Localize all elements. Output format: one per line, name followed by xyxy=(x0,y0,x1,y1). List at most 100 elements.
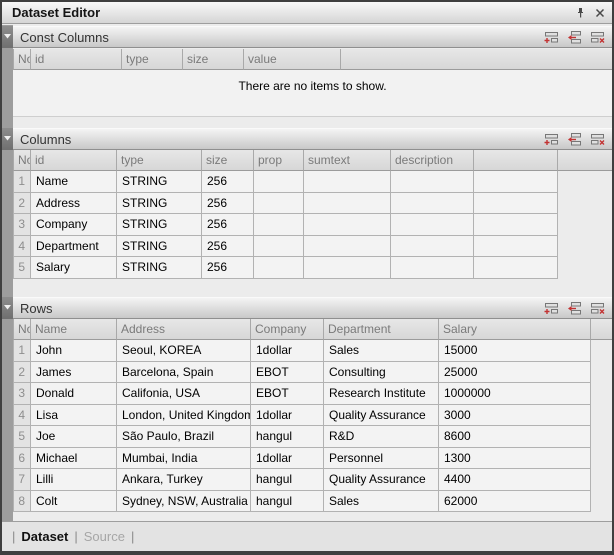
cell[interactable]: 1000000 xyxy=(439,383,591,405)
cell[interactable] xyxy=(304,193,391,215)
tab-dataset[interactable]: Dataset xyxy=(21,529,68,544)
cell[interactable]: Consulting xyxy=(324,362,439,384)
cell[interactable]: 1300 xyxy=(439,448,591,470)
cell[interactable] xyxy=(391,171,474,193)
cell[interactable]: 256 xyxy=(202,193,254,215)
cell[interactable]: Michael xyxy=(31,448,117,470)
cell[interactable]: EBOT xyxy=(251,383,324,405)
delete-row-icon[interactable] xyxy=(590,302,605,315)
cell[interactable]: Sales xyxy=(324,340,439,362)
cell[interactable]: Lisa xyxy=(31,405,117,427)
cell[interactable]: 1dollar xyxy=(251,448,324,470)
cell[interactable]: 25000 xyxy=(439,362,591,384)
cell[interactable]: 15000 xyxy=(439,340,591,362)
collapse-section-button[interactable] xyxy=(2,297,13,319)
cell[interactable]: STRING xyxy=(117,236,202,258)
row-number-cell[interactable]: 6 xyxy=(13,448,31,470)
cell[interactable]: Lilli xyxy=(31,469,117,491)
add-row-icon[interactable] xyxy=(544,31,559,44)
cell[interactable] xyxy=(391,257,474,279)
cell[interactable]: São Paulo, Brazil xyxy=(117,426,251,448)
cell[interactable]: Quality Assurance xyxy=(324,469,439,491)
cell[interactable]: 256 xyxy=(202,171,254,193)
row-number-cell[interactable]: 5 xyxy=(13,257,31,279)
cell[interactable]: Califonia, USA xyxy=(117,383,251,405)
row-number-cell[interactable]: 4 xyxy=(13,236,31,258)
cell[interactable]: STRING xyxy=(117,214,202,236)
cell[interactable] xyxy=(254,236,304,258)
cell[interactable]: Seoul, KOREA xyxy=(117,340,251,362)
cell[interactable]: Sydney, NSW, Australia xyxy=(117,491,251,513)
cell[interactable]: STRING xyxy=(117,193,202,215)
cell[interactable]: Salary xyxy=(31,257,117,279)
insert-row-icon[interactable] xyxy=(567,31,582,44)
cell[interactable]: 3000 xyxy=(439,405,591,427)
cell[interactable]: 4400 xyxy=(439,469,591,491)
cell[interactable] xyxy=(391,236,474,258)
cell[interactable]: Mumbai, India xyxy=(117,448,251,470)
row-number-cell[interactable]: 7 xyxy=(13,469,31,491)
cell[interactable] xyxy=(254,257,304,279)
row-number-cell[interactable]: 5 xyxy=(13,426,31,448)
titlebar: Dataset Editor xyxy=(2,2,612,24)
cell[interactable]: EBOT xyxy=(251,362,324,384)
tab-source[interactable]: Source xyxy=(84,529,125,544)
cell[interactable]: 256 xyxy=(202,257,254,279)
cell[interactable] xyxy=(304,257,391,279)
cell[interactable]: STRING xyxy=(117,257,202,279)
delete-row-icon[interactable] xyxy=(590,133,605,146)
cell[interactable]: Joe xyxy=(31,426,117,448)
cell[interactable]: Ankara, Turkey xyxy=(117,469,251,491)
row-number-cell[interactable]: 2 xyxy=(13,193,31,215)
collapse-section-button[interactable] xyxy=(2,26,13,48)
cell[interactable]: Department xyxy=(31,236,117,258)
cell[interactable]: Barcelona, Spain xyxy=(117,362,251,384)
collapse-section-button[interactable] xyxy=(2,128,13,150)
cell[interactable]: 256 xyxy=(202,214,254,236)
cell[interactable] xyxy=(304,236,391,258)
add-row-icon[interactable] xyxy=(544,133,559,146)
row-number-cell[interactable]: 1 xyxy=(13,171,31,193)
add-row-icon[interactable] xyxy=(544,302,559,315)
row-number-cell[interactable]: 3 xyxy=(13,214,31,236)
row-number-cell[interactable]: 8 xyxy=(13,491,31,513)
cell[interactable]: 62000 xyxy=(439,491,591,513)
cell[interactable]: Quality Assurance xyxy=(324,405,439,427)
cell[interactable] xyxy=(391,214,474,236)
row-number-cell[interactable]: 3 xyxy=(13,383,31,405)
cell[interactable] xyxy=(304,214,391,236)
cell[interactable]: London, United Kingdom xyxy=(117,405,251,427)
cell[interactable]: 1dollar xyxy=(251,405,324,427)
cell[interactable]: Research Institute xyxy=(324,383,439,405)
cell[interactable]: hangul xyxy=(251,491,324,513)
cell[interactable]: hangul xyxy=(251,426,324,448)
cell[interactable]: 8600 xyxy=(439,426,591,448)
cell[interactable]: 1dollar xyxy=(251,340,324,362)
cell[interactable] xyxy=(254,193,304,215)
delete-row-icon[interactable] xyxy=(590,31,605,44)
insert-row-icon[interactable] xyxy=(567,133,582,146)
cell[interactable] xyxy=(304,171,391,193)
cell[interactable]: James xyxy=(31,362,117,384)
cell[interactable]: John xyxy=(31,340,117,362)
cell[interactable]: hangul xyxy=(251,469,324,491)
pin-icon[interactable] xyxy=(572,5,588,21)
cell[interactable]: Company xyxy=(31,214,117,236)
cell[interactable] xyxy=(254,214,304,236)
cell[interactable]: Name xyxy=(31,171,117,193)
cell[interactable]: Personnel xyxy=(324,448,439,470)
row-number-cell[interactable]: 4 xyxy=(13,405,31,427)
cell[interactable] xyxy=(391,193,474,215)
cell[interactable]: R&D xyxy=(324,426,439,448)
insert-row-icon[interactable] xyxy=(567,302,582,315)
row-number-cell[interactable]: 1 xyxy=(13,340,31,362)
cell[interactable]: 256 xyxy=(202,236,254,258)
cell[interactable]: Colt xyxy=(31,491,117,513)
cell[interactable]: STRING xyxy=(117,171,202,193)
cell[interactable]: Address xyxy=(31,193,117,215)
cell[interactable] xyxy=(254,171,304,193)
cell[interactable]: Sales xyxy=(324,491,439,513)
row-number-cell[interactable]: 2 xyxy=(13,362,31,384)
close-icon[interactable] xyxy=(592,5,608,21)
cell[interactable]: Donald xyxy=(31,383,117,405)
